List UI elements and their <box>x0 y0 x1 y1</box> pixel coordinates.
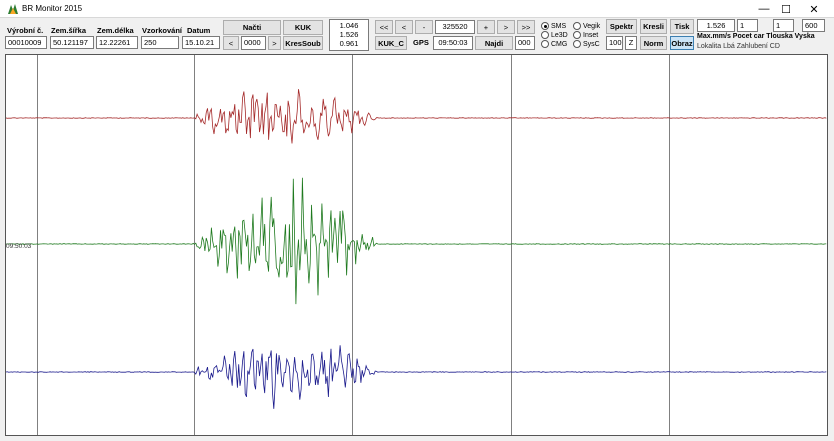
print-button[interactable]: Tisk <box>670 19 694 34</box>
radio-cmg[interactable]: CMG <box>541 40 567 48</box>
waveform-channel-1 <box>6 89 827 144</box>
radio-label: SysC <box>583 40 600 48</box>
back-button[interactable]: < <box>395 20 413 34</box>
date-label: Datum <box>187 26 211 35</box>
file-prev-button[interactable]: < <box>223 36 239 50</box>
kuk-c-button[interactable]: KUK_C <box>375 36 407 50</box>
gps-label: GPS <box>413 38 429 47</box>
z-checkbox[interactable]: Z <box>625 36 637 50</box>
location-legend: Lokalita Lbá Zahlubení CD <box>697 43 780 50</box>
latitude-field[interactable]: 50.121197 <box>50 36 94 49</box>
radio-dot <box>573 40 581 48</box>
spectrum-value-field[interactable]: 100 <box>606 36 623 50</box>
radio-label: SMS <box>551 22 567 30</box>
position-field[interactable]: 325520 <box>435 20 475 34</box>
image-button[interactable]: Obraz <box>670 36 694 50</box>
readout-line-3: 0.961 <box>339 39 359 48</box>
radio-sms[interactable]: SMS <box>541 22 566 30</box>
radio-le3d[interactable]: Le3D <box>541 31 568 39</box>
readout-line-2: 1.526 <box>339 30 359 39</box>
thickness-field[interactable]: 1 <box>773 19 794 32</box>
station-label: Výrobní č. <box>7 26 44 35</box>
amplitude-readout: 1.046 1.526 0.961 <box>329 19 369 51</box>
time-field[interactable]: 09:50:03 <box>433 36 473 50</box>
line-count-field[interactable]: 1 <box>737 19 758 32</box>
file-index-field[interactable]: 0000 <box>241 36 266 50</box>
window-title: BR Monitor 2015 <box>22 4 83 13</box>
maximize-button[interactable]: ☐ <box>772 0 800 18</box>
first-button[interactable]: << <box>375 20 393 34</box>
plus-button[interactable]: + <box>477 20 495 34</box>
station-field[interactable]: 00010009 <box>5 36 47 49</box>
app-logo-icon <box>8 4 18 14</box>
waveform-channel-3 <box>6 345 827 409</box>
date-field[interactable]: 15.10.21 <box>182 36 220 49</box>
radio-dot <box>573 31 581 39</box>
max-mms-field[interactable]: 1.526 <box>697 19 735 32</box>
file-next-button[interactable]: > <box>268 36 281 50</box>
height-field[interactable]: 600 <box>802 19 825 32</box>
time-marker-label: 09:50:03 <box>6 243 32 250</box>
radio-vegik[interactable]: Vegik <box>573 22 600 30</box>
close-button[interactable]: ✕ <box>800 0 828 18</box>
readout-line-1: 1.046 <box>339 21 359 30</box>
radio-label: Vegik <box>583 22 601 30</box>
load-button[interactable]: Načti <box>223 20 281 35</box>
sampling-field[interactable]: 250 <box>141 36 179 49</box>
title-bar: BR Monitor 2015 — ☐ ✕ <box>0 0 834 18</box>
longitude-label: Zem.délka <box>97 26 134 35</box>
radio-dot <box>541 31 549 39</box>
radio-label: Le3D <box>551 31 568 39</box>
waveform-traces <box>6 89 827 409</box>
kuk-button[interactable]: KUK <box>283 20 323 35</box>
forward-button[interactable]: > <box>497 20 515 34</box>
norm-button[interactable]: Norm <box>640 36 667 50</box>
radio-label: Inset <box>583 31 599 39</box>
seismogram-plot[interactable] <box>5 54 828 436</box>
latitude-label: Zem.šířka <box>51 26 87 35</box>
radio-inset[interactable]: Inset <box>573 31 598 39</box>
last-button[interactable]: >> <box>517 20 535 34</box>
radio-dot <box>541 40 549 48</box>
radio-dot <box>573 22 581 30</box>
find-button[interactable]: Najdi <box>475 36 513 50</box>
sampling-label: Vzorkování <box>142 26 183 35</box>
waveform-channel-2 <box>6 177 827 305</box>
draw-file-button[interactable]: KresSoub <box>283 36 323 50</box>
taskbar-strip <box>300 433 550 441</box>
radio-sysc[interactable]: SysC <box>573 40 600 48</box>
offset-field[interactable]: 000 <box>515 36 535 50</box>
radio-dot <box>541 22 549 30</box>
spectrum-button[interactable]: Spektr <box>606 19 637 34</box>
radio-label: CMG <box>551 40 568 48</box>
draw-button[interactable]: Kresli <box>640 19 667 34</box>
longitude-field[interactable]: 12.22261 <box>96 36 138 49</box>
scale-header: Max.mm/s Pocet car Tlouska Vyska <box>697 33 815 40</box>
minus-button[interactable]: - <box>415 20 433 34</box>
